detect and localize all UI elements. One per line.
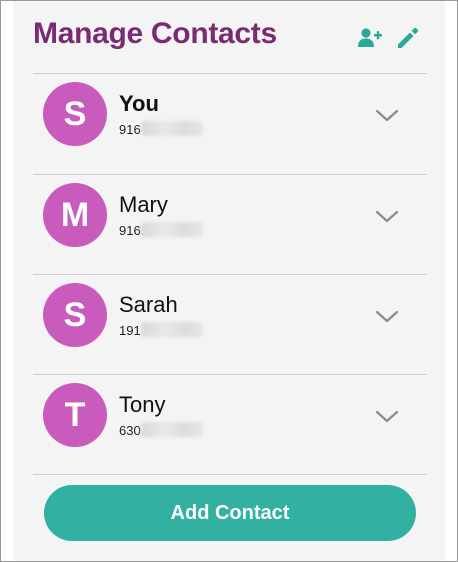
add-contact-button[interactable]: Add Contact (44, 485, 416, 541)
add-person-icon[interactable] (357, 25, 383, 51)
divider (33, 474, 427, 475)
contact-phone: 630 (119, 423, 141, 438)
manage-contacts-panel: Manage Contacts S You 916 M Mary 916. S … (13, 1, 445, 561)
pencil-icon[interactable] (395, 25, 421, 51)
contact-name: Sarah (119, 292, 178, 317)
redacted-phone-blur (141, 322, 203, 337)
contact-row-sarah[interactable]: S Sarah 191 (33, 275, 427, 375)
avatar: S (43, 82, 107, 146)
contact-phone: 191 (119, 323, 141, 338)
avatar: M (43, 183, 107, 247)
chevron-down-icon[interactable] (375, 108, 399, 124)
redacted-phone-blur (141, 121, 203, 136)
contact-name: Mary (119, 192, 168, 217)
avatar: S (43, 283, 107, 347)
contact-name: Tony (119, 392, 166, 417)
contact-row-you[interactable]: S You 916 (33, 74, 427, 174)
redacted-phone-blur (141, 222, 203, 237)
chevron-down-icon[interactable] (375, 409, 399, 425)
avatar: T (43, 383, 107, 447)
page-title: Manage Contacts (33, 17, 277, 50)
contact-phone: 916 (119, 122, 141, 137)
chevron-down-icon[interactable] (375, 209, 399, 225)
contact-name: You (119, 91, 159, 116)
chevron-down-icon[interactable] (375, 309, 399, 325)
redacted-phone-blur (141, 422, 203, 437)
panel-header: Manage Contacts (13, 1, 445, 73)
contact-row-tony[interactable]: T Tony 630 (33, 375, 427, 475)
contact-row-mary[interactable]: M Mary 916. (33, 175, 427, 275)
app-frame: Manage Contacts S You 916 M Mary 916. S … (0, 0, 458, 562)
